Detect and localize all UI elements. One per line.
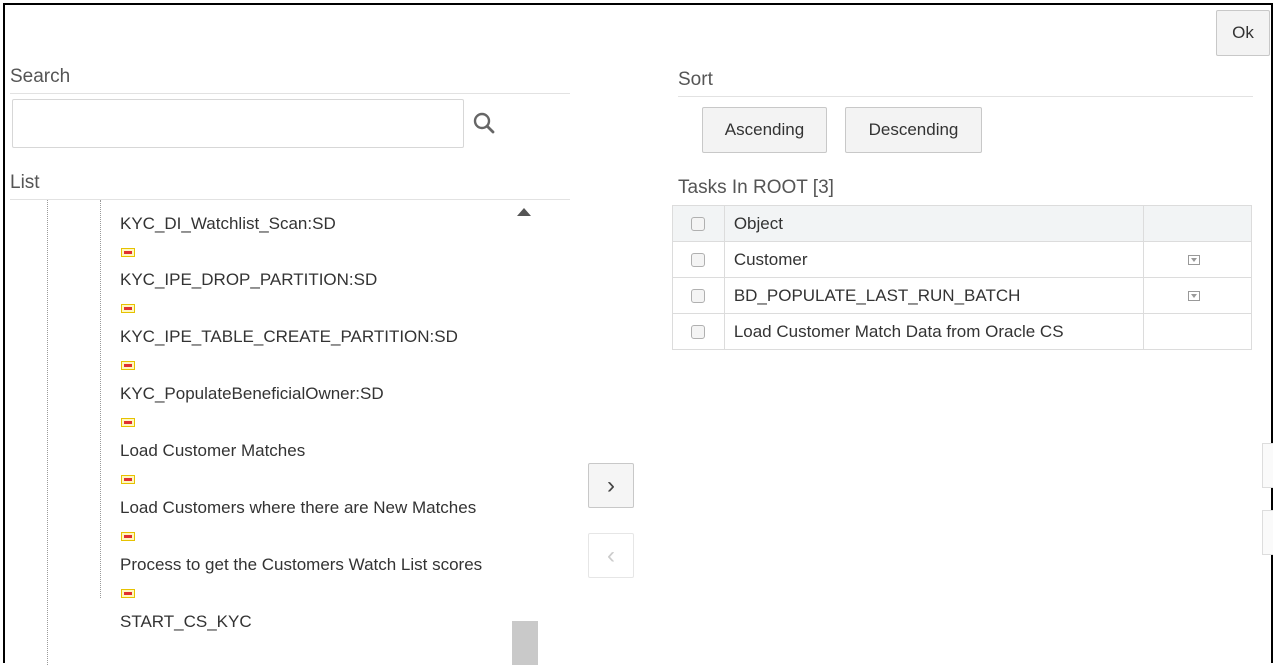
table-row: BD_POPULATE_LAST_RUN_BATCH bbox=[672, 277, 1252, 314]
task-icon bbox=[121, 361, 135, 370]
select-all-checkbox[interactable] bbox=[691, 216, 706, 231]
table-row: Load Customer Match Data from Oracle CS bbox=[672, 313, 1252, 350]
column-header-actions bbox=[1143, 205, 1252, 242]
tree-guide-line bbox=[100, 200, 101, 598]
sort-title: Sort bbox=[678, 69, 713, 90]
descending-button[interactable]: Descending bbox=[845, 107, 982, 153]
search-icon[interactable] bbox=[471, 110, 497, 136]
list-item[interactable]: KYC_IPE_TABLE_CREATE_PARTITION:SD bbox=[120, 327, 510, 347]
empty-cell bbox=[1143, 313, 1252, 350]
dropdown-icon[interactable] bbox=[1188, 254, 1201, 265]
row-checkbox[interactable] bbox=[691, 288, 706, 303]
search-input[interactable] bbox=[12, 99, 464, 148]
object-cell: Customer bbox=[723, 241, 1145, 278]
task-icon bbox=[121, 589, 135, 598]
list-item[interactable]: START_CS_KYC bbox=[120, 612, 510, 632]
list-item[interactable]: Load Customer Matches bbox=[120, 441, 510, 461]
dropdown-icon[interactable] bbox=[1188, 290, 1201, 301]
edge-button[interactable] bbox=[1262, 510, 1273, 555]
scroll-up-icon[interactable] bbox=[517, 208, 531, 216]
row-checkbox[interactable] bbox=[691, 324, 706, 339]
table-header-row: Object bbox=[672, 205, 1252, 242]
table-row: Customer bbox=[672, 241, 1252, 278]
task-icon bbox=[121, 304, 135, 313]
list-item[interactable]: Load Customers where there are New Match… bbox=[120, 498, 510, 518]
task-icon bbox=[121, 475, 135, 484]
row-checkbox[interactable] bbox=[691, 252, 706, 267]
search-title: Search bbox=[10, 66, 71, 87]
list-item[interactable]: KYC_PopulateBeneficialOwner:SD bbox=[120, 384, 510, 404]
task-icon bbox=[121, 248, 135, 257]
tasks-title: Tasks In ROOT [3] bbox=[678, 177, 834, 198]
ok-button[interactable]: Ok bbox=[1216, 10, 1270, 56]
list-item[interactable]: Process to get the Customers Watch List … bbox=[120, 555, 510, 575]
search-divider bbox=[10, 93, 570, 94]
list-title: List bbox=[10, 172, 40, 193]
task-icon bbox=[121, 532, 135, 541]
move-right-button[interactable]: › bbox=[588, 463, 634, 508]
list-divider bbox=[10, 199, 570, 200]
object-cell: BD_POPULATE_LAST_RUN_BATCH bbox=[723, 277, 1145, 314]
sort-divider bbox=[678, 96, 1253, 97]
list-item[interactable]: KYC_DI_Watchlist_Scan:SD bbox=[120, 214, 510, 234]
list-scrollbar[interactable] bbox=[512, 199, 538, 665]
tasks-table: Object Customer BD_POPULATE_LAST_RUN_BAT… bbox=[672, 205, 1252, 350]
tree-guide-line bbox=[47, 200, 48, 665]
object-cell: Load Customer Match Data from Oracle CS bbox=[723, 313, 1145, 350]
scrollbar-thumb[interactable] bbox=[512, 621, 538, 665]
list-item[interactable]: KYC_IPE_DROP_PARTITION:SD bbox=[120, 270, 510, 290]
task-icon bbox=[121, 418, 135, 427]
move-left-button[interactable]: ‹ bbox=[588, 533, 634, 578]
edge-button[interactable] bbox=[1262, 443, 1273, 488]
column-header-object: Object bbox=[723, 205, 1145, 242]
ascending-button[interactable]: Ascending bbox=[702, 107, 827, 153]
